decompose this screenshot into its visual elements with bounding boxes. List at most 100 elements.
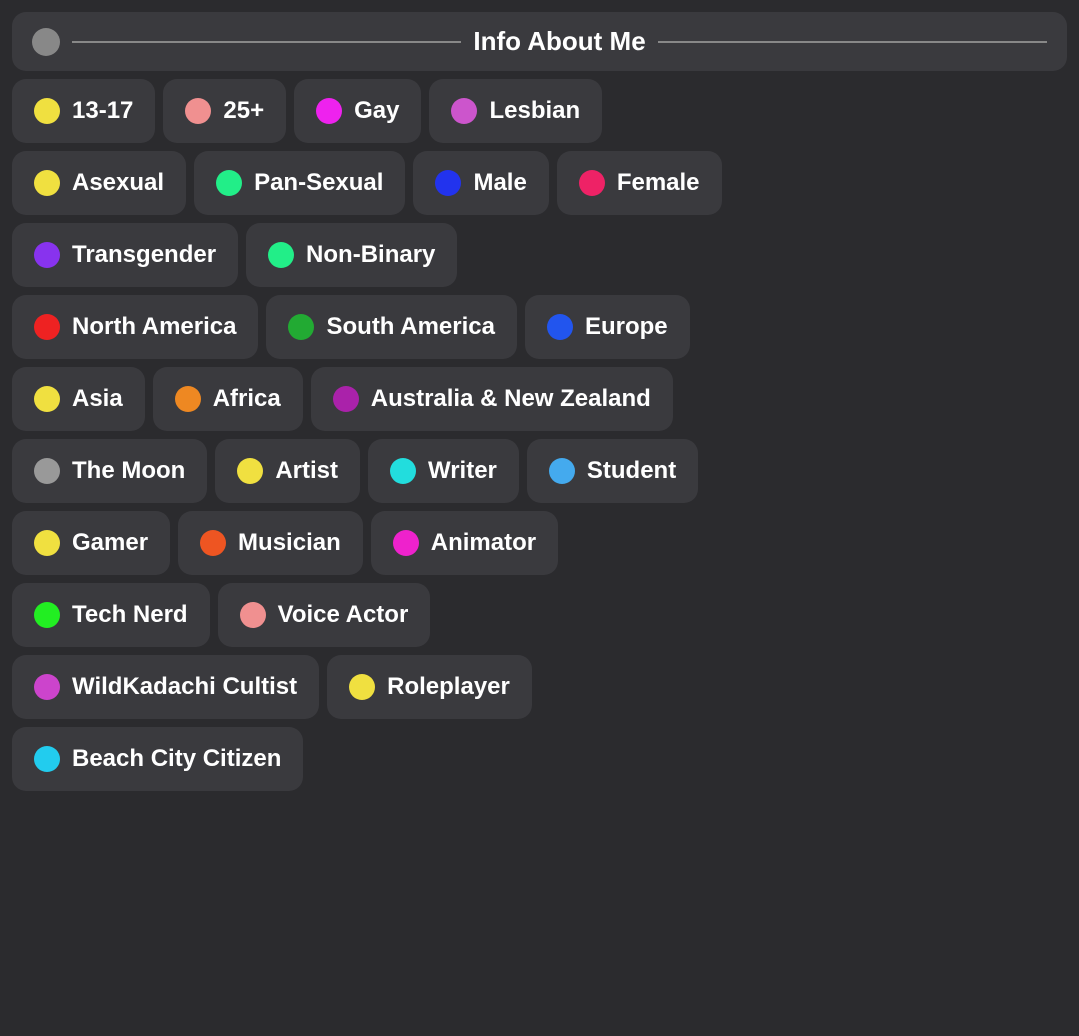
dot-orientation-gay: [316, 98, 342, 124]
tag-row-1: Asexual Pan-Sexual Male Female: [12, 151, 1067, 215]
dot-role-writer: [390, 458, 416, 484]
dot-orientation-asexual: [34, 170, 60, 196]
label-role-wildkadachi-cultist: WildKadachi Cultist: [72, 673, 297, 701]
tag-region-south-america[interactable]: South America: [266, 295, 516, 359]
dot-role-roleplayer: [349, 674, 375, 700]
tag-row-0: 13-17 25+ Gay Lesbian: [12, 79, 1067, 143]
dot-role-tech-nerd: [34, 602, 60, 628]
tag-region-the-moon[interactable]: The Moon: [12, 439, 207, 503]
dot-region-asia: [34, 386, 60, 412]
tag-role-student[interactable]: Student: [527, 439, 698, 503]
tag-age-13-17[interactable]: 13-17: [12, 79, 155, 143]
tag-orientation-gay[interactable]: Gay: [294, 79, 421, 143]
header-line-right: [658, 41, 1047, 43]
label-role-gamer: Gamer: [72, 529, 148, 557]
tag-gender-male[interactable]: Male: [413, 151, 548, 215]
tag-gender-nonbinary[interactable]: Non-Binary: [246, 223, 457, 287]
tag-role-voice-actor[interactable]: Voice Actor: [218, 583, 431, 647]
tag-region-asia[interactable]: Asia: [12, 367, 145, 431]
label-gender-transgender: Transgender: [72, 241, 216, 269]
tag-role-gamer[interactable]: Gamer: [12, 511, 170, 575]
tag-row-6: Gamer Musician Animator: [12, 511, 1067, 575]
label-role-voice-actor: Voice Actor: [278, 601, 409, 629]
tag-row-2: Transgender Non-Binary: [12, 223, 1067, 287]
dot-role-student: [549, 458, 575, 484]
dot-gender-nonbinary: [268, 242, 294, 268]
tag-role-animator[interactable]: Animator: [371, 511, 558, 575]
label-region-australia-nz: Australia & New Zealand: [371, 385, 651, 413]
tag-role-roleplayer[interactable]: Roleplayer: [327, 655, 532, 719]
dot-region-south-america: [288, 314, 314, 340]
dot-gender-male: [435, 170, 461, 196]
tag-orientation-asexual[interactable]: Asexual: [12, 151, 186, 215]
label-role-musician: Musician: [238, 529, 341, 557]
label-gender-female: Female: [617, 169, 700, 197]
tag-region-africa[interactable]: Africa: [153, 367, 303, 431]
dot-age-13-17: [34, 98, 60, 124]
label-orientation-asexual: Asexual: [72, 169, 164, 197]
tags-container: 13-17 25+ Gay Lesbian Asexual Pan-Sexual Male F…: [12, 79, 1067, 791]
tag-row-5: The Moon Artist Writer Student: [12, 439, 1067, 503]
label-region-africa: Africa: [213, 385, 281, 413]
tag-gender-female[interactable]: Female: [557, 151, 722, 215]
dot-role-gamer: [34, 530, 60, 556]
dot-role-animator: [393, 530, 419, 556]
dot-region-australia-nz: [333, 386, 359, 412]
tag-row-8: WildKadachi Cultist Roleplayer: [12, 655, 1067, 719]
dot-role-artist: [237, 458, 263, 484]
dot-role-wildkadachi-cultist: [34, 674, 60, 700]
label-role-beach-city-citizen: Beach City Citizen: [72, 745, 281, 773]
label-orientation-lesbian: Lesbian: [489, 97, 580, 125]
tag-region-australia-nz[interactable]: Australia & New Zealand: [311, 367, 673, 431]
tag-role-writer[interactable]: Writer: [368, 439, 519, 503]
dot-gender-female: [579, 170, 605, 196]
label-gender-male: Male: [473, 169, 526, 197]
header-line-left: [72, 41, 461, 43]
header-dot: [32, 28, 60, 56]
tag-orientation-pansexual[interactable]: Pan-Sexual: [194, 151, 405, 215]
tag-gender-transgender[interactable]: Transgender: [12, 223, 238, 287]
tag-region-north-america[interactable]: North America: [12, 295, 258, 359]
tag-role-artist[interactable]: Artist: [215, 439, 360, 503]
dot-role-musician: [200, 530, 226, 556]
tag-role-tech-nerd[interactable]: Tech Nerd: [12, 583, 210, 647]
label-age-13-17: 13-17: [72, 97, 133, 125]
label-orientation-gay: Gay: [354, 97, 399, 125]
tag-role-wildkadachi-cultist[interactable]: WildKadachi Cultist: [12, 655, 319, 719]
tag-role-beach-city-citizen[interactable]: Beach City Citizen: [12, 727, 303, 791]
dot-age-25-plus: [185, 98, 211, 124]
dot-region-the-moon: [34, 458, 60, 484]
dot-orientation-pansexual: [216, 170, 242, 196]
header-row: Info About Me: [12, 12, 1067, 71]
label-region-the-moon: The Moon: [72, 457, 185, 485]
tag-age-25-plus[interactable]: 25+: [163, 79, 286, 143]
dot-region-north-america: [34, 314, 60, 340]
label-gender-nonbinary: Non-Binary: [306, 241, 435, 269]
dot-orientation-lesbian: [451, 98, 477, 124]
label-role-animator: Animator: [431, 529, 536, 557]
dot-region-europe: [547, 314, 573, 340]
dot-region-africa: [175, 386, 201, 412]
label-role-writer: Writer: [428, 457, 497, 485]
label-region-asia: Asia: [72, 385, 123, 413]
tag-row-3: North America South America Europe: [12, 295, 1067, 359]
label-role-tech-nerd: Tech Nerd: [72, 601, 188, 629]
label-role-roleplayer: Roleplayer: [387, 673, 510, 701]
tag-orientation-lesbian[interactable]: Lesbian: [429, 79, 602, 143]
tag-row-4: Asia Africa Australia & New Zealand: [12, 367, 1067, 431]
label-region-europe: Europe: [585, 313, 668, 341]
label-role-artist: Artist: [275, 457, 338, 485]
label-region-north-america: North America: [72, 313, 236, 341]
header-title: Info About Me: [473, 26, 645, 57]
label-age-25-plus: 25+: [223, 97, 264, 125]
tag-role-musician[interactable]: Musician: [178, 511, 363, 575]
label-role-student: Student: [587, 457, 676, 485]
tag-row-7: Tech Nerd Voice Actor: [12, 583, 1067, 647]
tag-row-9: Beach City Citizen: [12, 727, 1067, 791]
tag-region-europe[interactable]: Europe: [525, 295, 690, 359]
dot-role-voice-actor: [240, 602, 266, 628]
label-orientation-pansexual: Pan-Sexual: [254, 169, 383, 197]
dot-gender-transgender: [34, 242, 60, 268]
dot-role-beach-city-citizen: [34, 746, 60, 772]
label-region-south-america: South America: [326, 313, 494, 341]
